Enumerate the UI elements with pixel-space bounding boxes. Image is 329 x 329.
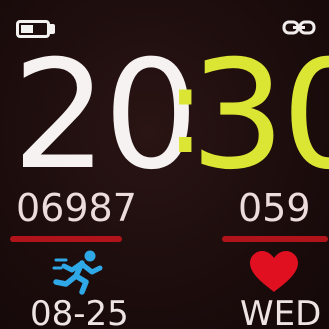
heart-rate-bar bbox=[222, 236, 328, 242]
heart-icon bbox=[250, 251, 298, 292]
time-minutes: 30 bbox=[190, 29, 329, 203]
steps-progress-bar bbox=[10, 236, 122, 242]
heart-rate-value: 059 bbox=[238, 186, 311, 230]
weekday-display: WED bbox=[240, 294, 322, 329]
date-display: 08-25 bbox=[30, 294, 129, 329]
step-count: 06987 bbox=[16, 186, 137, 230]
running-person-icon bbox=[52, 250, 103, 295]
watch-face: 20 : 30 06987 059 08-25 WED bbox=[0, 0, 329, 329]
